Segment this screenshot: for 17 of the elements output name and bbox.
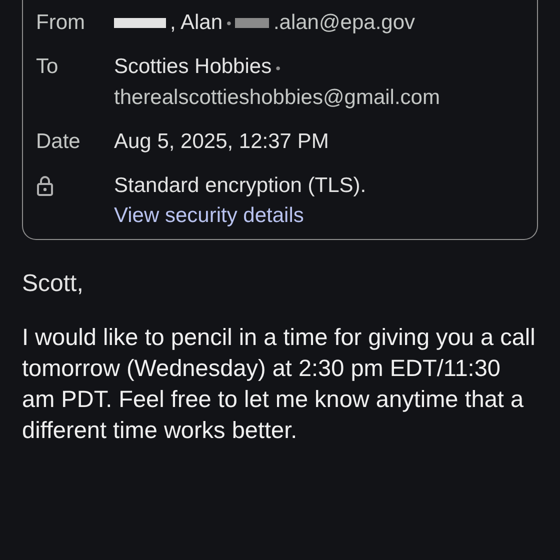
redaction-mark	[235, 18, 270, 28]
recipient-email: therealscottieshobbies@gmail.com	[114, 86, 440, 109]
separator-dot: •	[226, 15, 232, 32]
sender-name: , Alan	[170, 11, 223, 34]
redaction-mark	[114, 18, 166, 28]
date-label: Date	[36, 128, 82, 155]
date-value: Aug 5, 2025, 12:37 PM	[114, 128, 330, 155]
message-paragraph: I would like to pencil in a time for giving you a call tomorrow (Wednesday) at 2:30 pm EDT/11:30 am PDT. Feel free to let me know anytime that a different time works better.	[22, 323, 536, 445]
encryption-text: Standard encryption (TLS).	[114, 174, 366, 197]
from-label: From	[36, 10, 86, 36]
separator-dot: •	[276, 60, 280, 76]
recipient-name: Scotties Hobbies	[114, 55, 272, 78]
lock-icon	[36, 174, 54, 197]
to-label: To	[36, 54, 60, 80]
greeting-text: Scott,	[22, 270, 84, 298]
security-details-link[interactable]: View security details	[114, 204, 304, 227]
sender-email: .alan@epa.gov	[273, 11, 416, 34]
